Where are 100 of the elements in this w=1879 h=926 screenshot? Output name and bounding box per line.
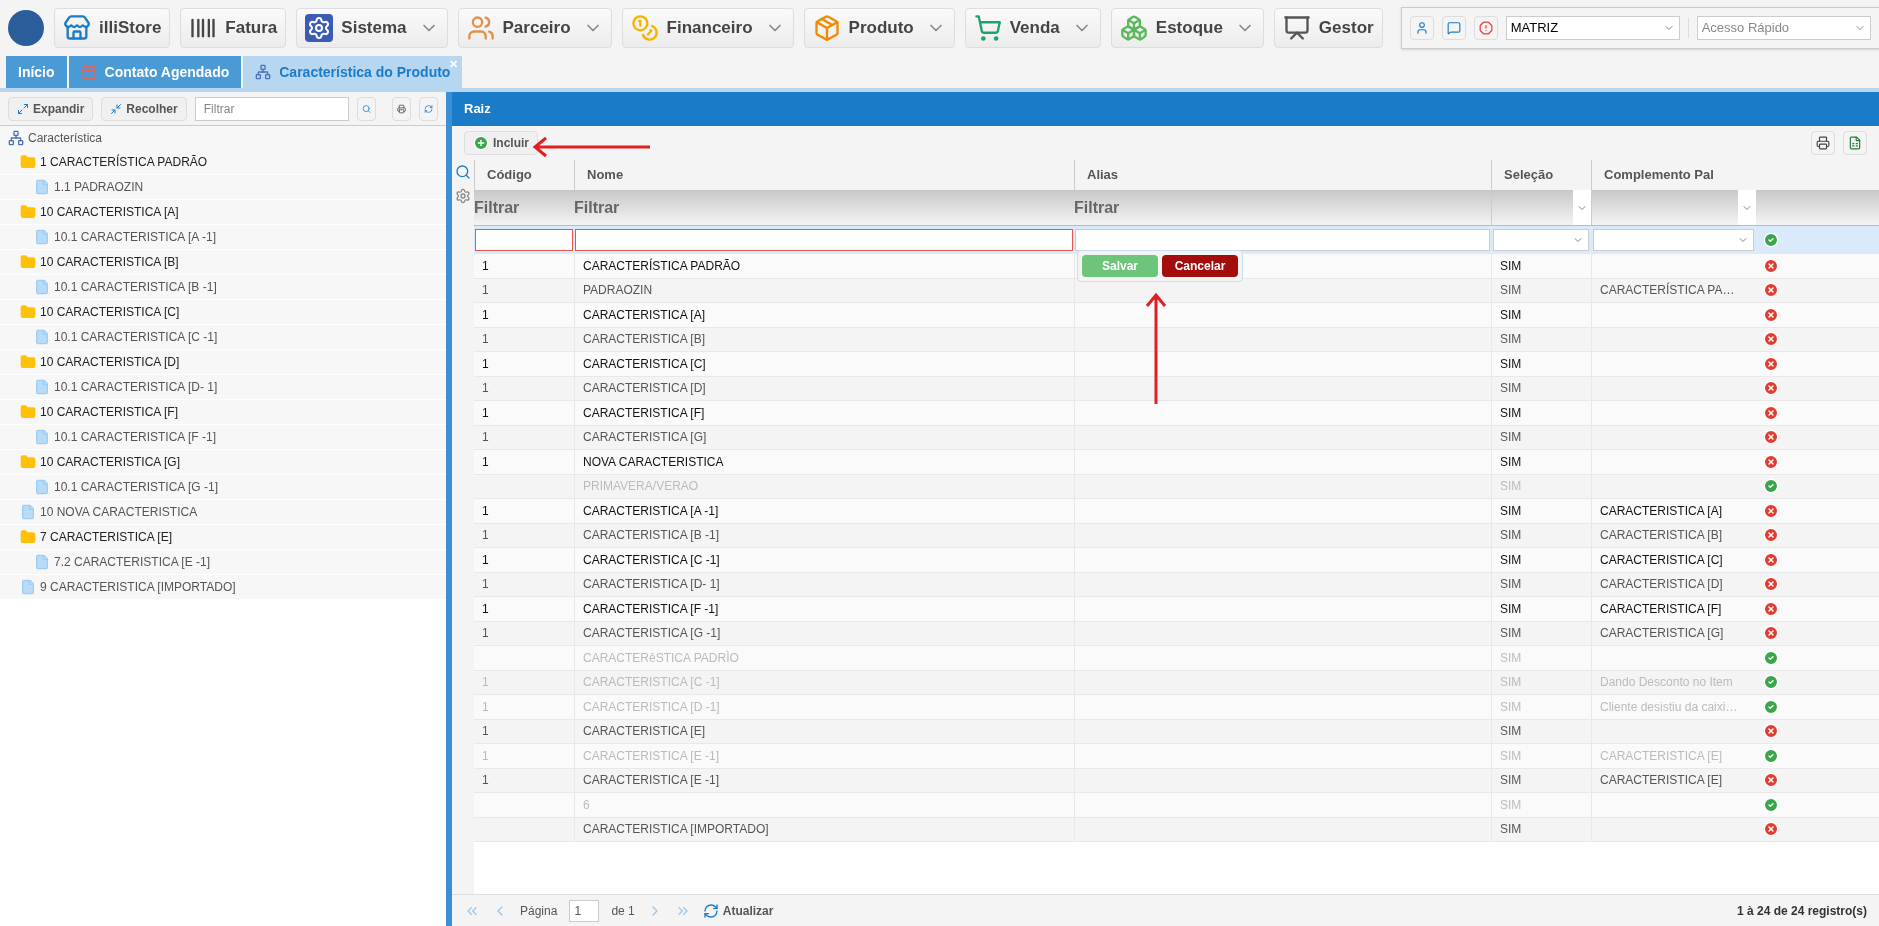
tree-item[interactable]: 1.1 PADRAOZIN	[54, 178, 144, 196]
delete-icon[interactable]	[1763, 355, 1779, 372]
nav-menu-button[interactable]: Gestor	[1273, 8, 1383, 48]
panel-header: Raiz	[452, 92, 1879, 126]
confirm-icon[interactable]	[1763, 232, 1779, 248]
file-icon	[34, 379, 50, 395]
table-cell-text: 1	[481, 674, 490, 692]
table-cell: CARACTERISTICA [D]	[1591, 572, 1756, 596]
folder-icon	[20, 354, 36, 370]
nav-menu-button[interactable]: Sistema	[296, 8, 448, 48]
table-cell: CARACTERISTICA [D -1]	[574, 695, 1074, 719]
delete-icon[interactable]	[1763, 821, 1779, 838]
alias-input[interactable]	[1075, 229, 1490, 251]
chat-icon[interactable]	[1441, 16, 1466, 40]
delete-icon[interactable]	[1763, 576, 1779, 593]
file-icon	[34, 554, 50, 570]
table-cell-text: 1	[481, 600, 490, 618]
name-input[interactable]	[575, 229, 1073, 251]
delete-icon[interactable]	[1763, 625, 1779, 642]
table-cell: SIM	[1491, 646, 1591, 670]
refresh-icon[interactable]	[418, 96, 438, 121]
logo-icon[interactable]	[8, 10, 44, 46]
table-cell-text: 1	[481, 453, 490, 471]
table-cell: CARACTERÍSTICA PA…	[1591, 278, 1756, 302]
code-input[interactable]	[475, 229, 573, 251]
table-cell: SIM	[1491, 254, 1591, 278]
table-cell-text: 1	[481, 772, 490, 790]
nav-menu-button[interactable]: illiStore	[54, 8, 171, 48]
check-icon[interactable]	[1763, 478, 1779, 495]
refresh-icon	[702, 902, 719, 919]
filter-field[interactable]: Filtrar	[194, 96, 349, 121]
search-icon[interactable]	[356, 96, 376, 121]
delete-icon[interactable]	[1763, 502, 1779, 519]
branch-select[interactable]: MATRIZ	[1505, 16, 1680, 40]
tree-root[interactable]: Característica	[28, 129, 103, 147]
check-icon[interactable]	[1763, 698, 1779, 715]
search-icon[interactable]	[455, 164, 471, 180]
filter-label: Filtrar	[1074, 197, 1121, 218]
table-cell-text: 1	[481, 306, 490, 324]
table-cell: CARACTERISTICA [B -1]	[574, 523, 1074, 547]
table-cell: CARACTERISTICA [IMPORTADO]	[574, 817, 1074, 841]
cancel-button[interactable]: Cancelar	[1162, 255, 1238, 277]
table-cell: SIM	[1491, 572, 1591, 596]
table-cell: SIM	[1491, 425, 1591, 449]
file-icon	[34, 229, 50, 245]
page-field[interactable]: 1	[569, 899, 600, 922]
delete-icon[interactable]	[1763, 429, 1779, 446]
table-cell: SIM	[1491, 621, 1591, 645]
nav-menu-button[interactable]: Produto	[803, 8, 955, 48]
user-icon[interactable]	[1409, 16, 1434, 40]
file-icon	[34, 479, 50, 495]
spreadsheet-icon[interactable]	[1843, 131, 1867, 155]
delete-icon[interactable]	[1763, 772, 1779, 789]
table-cell-text: 1	[481, 502, 490, 520]
nav-menu-button[interactable]: Financeiro	[621, 8, 794, 48]
nav-menu-button[interactable]: Venda	[964, 8, 1101, 48]
delete-icon[interactable]	[1763, 404, 1779, 421]
table-cell-text: 1	[481, 527, 490, 545]
page-label: Página	[520, 902, 558, 920]
table-cell-text: 1	[481, 355, 490, 373]
check-icon[interactable]	[1763, 649, 1779, 666]
nav-menu-button[interactable]: Estoque	[1110, 8, 1264, 48]
quick-access-select[interactable]: Acesso Rápido	[1696, 16, 1871, 40]
table-cell: CARACTERISTICA [C -1]	[574, 548, 1074, 572]
refresh-button[interactable]: Atualizar	[702, 901, 774, 920]
nav-menu-button[interactable]: Fatura	[180, 8, 287, 48]
table-cell: SIM	[1491, 695, 1591, 719]
presentation-icon	[1282, 14, 1311, 42]
delete-icon[interactable]	[1763, 380, 1779, 397]
table-cell: CARACTERISTICA [G -1]	[574, 621, 1074, 645]
expand-button[interactable]: Expandir	[8, 96, 94, 121]
delete-icon[interactable]	[1763, 527, 1779, 544]
table-cell-text: 1	[481, 404, 490, 422]
delete-icon[interactable]	[1763, 257, 1779, 274]
table-cell: CARACTERISTICA [A]	[1591, 499, 1756, 523]
delete-icon[interactable]	[1763, 282, 1779, 299]
print-icon[interactable]	[1811, 131, 1835, 155]
coins-icon	[630, 14, 659, 42]
collapse-button[interactable]: Recolher	[101, 96, 187, 121]
table-cell: SIM	[1491, 327, 1591, 351]
delete-icon[interactable]	[1763, 306, 1779, 323]
alert-icon[interactable]	[1473, 16, 1498, 40]
delete-icon[interactable]	[1763, 600, 1779, 617]
table-cell: CARACTERISTICA [A]	[574, 303, 1074, 327]
delete-icon[interactable]	[1763, 551, 1779, 568]
table-cell: SIM	[1491, 744, 1591, 768]
table-cell: SIM	[1491, 523, 1591, 547]
people-icon	[466, 14, 495, 42]
add-button[interactable]: Incluir	[464, 131, 538, 155]
tree-icon	[255, 64, 272, 80]
check-icon[interactable]	[1763, 796, 1779, 813]
nav-menu-button[interactable]: Parceiro	[457, 8, 612, 48]
delete-icon[interactable]	[1763, 453, 1779, 470]
delete-icon[interactable]	[1763, 723, 1779, 740]
gear-icon[interactable]	[455, 188, 471, 204]
delete-icon[interactable]	[1763, 331, 1779, 348]
check-icon[interactable]	[1763, 674, 1779, 691]
table-cell-text: 1	[481, 282, 490, 300]
check-icon[interactable]	[1763, 747, 1779, 764]
table-cell: PADRAOZIN	[574, 278, 1074, 302]
